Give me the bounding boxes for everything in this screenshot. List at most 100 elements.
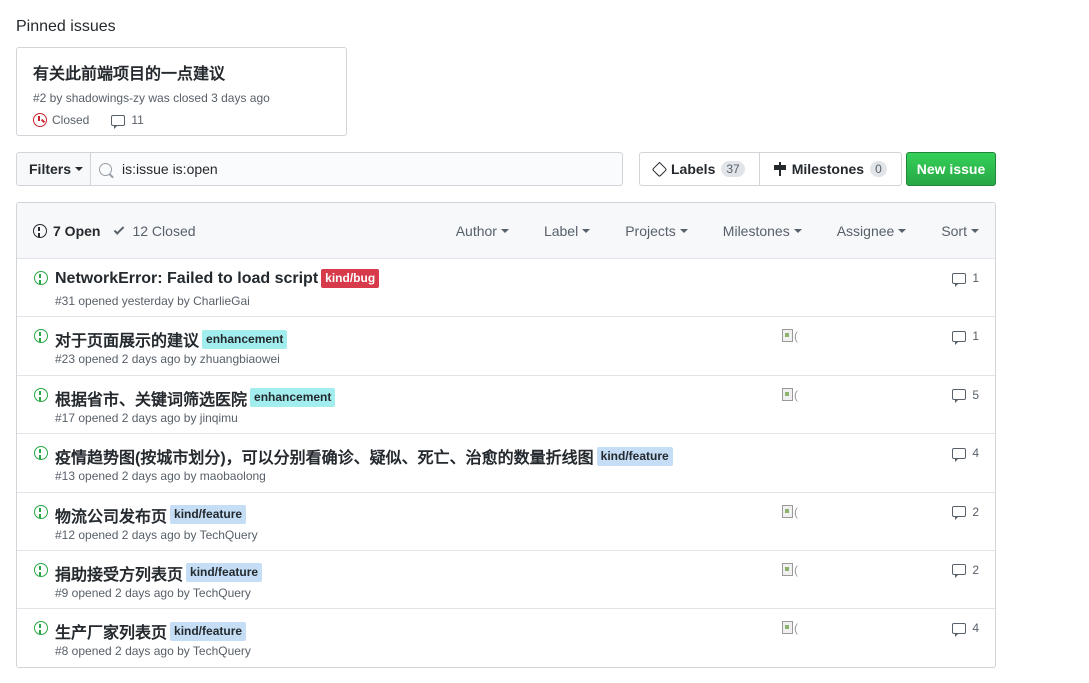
broken-image-icon <box>782 329 793 343</box>
milestones-button-label: Milestones <box>791 161 865 177</box>
broken-image-alt: ( <box>794 562 798 577</box>
check-icon <box>114 223 125 235</box>
issue-meta: #17 opened 2 days ago by jinqimu <box>55 410 238 425</box>
comment-icon <box>952 447 967 462</box>
pinned-issue-title[interactable]: 有关此前端项目的一点建议 <box>33 60 330 84</box>
issue-title[interactable]: 根据省市、关键词筛选医院 <box>55 386 247 410</box>
issues-list-header: 7 Open 12 Closed Author Label Projects Mile… <box>17 203 995 259</box>
issue-row[interactable]: 生产厂家列表页 kind/feature #8 opened 2 days ago … <box>17 609 995 667</box>
comment-icon <box>952 272 967 287</box>
open-issues-tab[interactable]: 7 Open <box>33 223 100 239</box>
filter-label: Author <box>455 223 497 239</box>
issue-row[interactable]: NetworkError: Failed to load script kind/… <box>17 259 995 318</box>
issues-list: 7 Open 12 Closed Author Label Projects Mile… <box>16 202 996 668</box>
issue-row[interactable]: 根据省市、关键词筛选医院 enhancement #17 opened 2 days… <box>17 376 995 435</box>
broken-image-icon <box>782 504 793 518</box>
closed-issues-tab[interactable]: 12 Closed <box>114 222 196 239</box>
issue-label[interactable]: enhancement <box>250 388 336 408</box>
filter-milestones-dropdown[interactable]: Milestones <box>723 223 802 239</box>
filter-label-dropdown[interactable]: Label <box>543 223 591 239</box>
issue-comments[interactable]: 2 <box>952 504 979 521</box>
issue-meta: #8 opened 2 days ago by TechQuery <box>55 644 251 659</box>
pinned-issue-meta: #2 by shadowings-zy was closed 3 days ag… <box>33 91 270 105</box>
issue-opened-icon <box>34 446 48 461</box>
search-input[interactable] <box>122 161 522 177</box>
issue-comment-count: 5 <box>972 387 979 402</box>
issue-meta: #9 opened 2 days ago by TechQuery <box>55 585 251 600</box>
issue-row[interactable]: 疫情趋势图(按城市划分)，可以分别看确诊、疑似、死亡、治愈的数量折线图 kind/… <box>17 434 995 493</box>
filter-projects-dropdown[interactable]: Projects <box>625 223 688 239</box>
milestones-button[interactable]: Milestones 0 <box>758 153 901 185</box>
comment-icon <box>952 564 967 579</box>
issue-comment-count: 1 <box>972 271 979 285</box>
comment-icon <box>111 114 126 129</box>
issue-row[interactable]: 捐助接受方列表页 kind/feature #9 opened 2 days ago… <box>17 551 995 610</box>
assignee-avatar[interactable]: ( <box>782 562 802 579</box>
assignee-avatar[interactable]: ( <box>782 504 802 521</box>
new-issue-button[interactable]: New issue <box>906 152 996 186</box>
issue-title[interactable]: 疫情趋势图(按城市划分)，可以分别看确诊、疑似、死亡、治愈的数量折线图 <box>55 444 594 468</box>
tag-icon <box>651 161 668 177</box>
filter-author-dropdown[interactable]: Author <box>456 223 509 239</box>
milestone-icon <box>773 162 786 176</box>
issue-comments[interactable]: 2 <box>952 562 979 579</box>
issue-title[interactable]: 捐助接受方列表页 <box>55 561 183 585</box>
issue-opened-icon <box>33 223 47 238</box>
issue-comments[interactable]: 4 <box>952 621 979 637</box>
issue-opened-icon <box>34 271 48 285</box>
issue-label[interactable]: kind/feature <box>186 563 263 583</box>
issue-comment-count: 1 <box>972 329 979 344</box>
assignee-avatar[interactable]: ( <box>782 329 802 345</box>
comment-icon <box>952 389 967 404</box>
pinned-issue-comment-count: 11 <box>131 113 144 127</box>
list-filters: Author Label Projects Milestones Assignee Sor… <box>456 203 995 259</box>
issue-row[interactable]: 物流公司发布页 kind/feature #12 opened 2 days ago… <box>17 493 995 551</box>
issue-label[interactable]: kind/feature <box>170 621 247 641</box>
filter-label: Label <box>543 223 579 239</box>
assignee-avatar[interactable]: ( <box>782 387 802 404</box>
filter-label: Projects <box>625 223 676 239</box>
issue-comment-count: 4 <box>972 446 979 461</box>
issue-opened-icon <box>34 329 48 344</box>
filters-button[interactable]: Filters <box>16 152 91 186</box>
pinned-issue-state: Closed <box>52 113 90 127</box>
labels-button[interactable]: Labels 37 <box>640 153 759 185</box>
filter-assignee-dropdown[interactable]: Assignee <box>837 223 907 239</box>
issue-comments[interactable]: 5 <box>952 387 979 404</box>
issues-search-bar: Filters <box>16 152 623 186</box>
pinned-issues-heading: Pinned issues <box>16 18 116 35</box>
issue-comments[interactable]: 1 <box>952 271 979 287</box>
issue-label[interactable]: kind/feature <box>170 505 247 525</box>
closed-issues-label: 12 Closed <box>132 222 196 239</box>
issue-comment-count: 2 <box>972 504 979 519</box>
issue-opened-icon <box>34 621 48 636</box>
issue-title[interactable]: 生产厂家列表页 <box>55 619 167 643</box>
pinned-issue-comments[interactable]: 11 <box>111 113 144 129</box>
filter-sort-dropdown[interactable]: Sort <box>941 223 979 239</box>
assignee-avatar[interactable]: ( <box>782 621 802 637</box>
issue-label[interactable]: kind/bug <box>321 269 380 288</box>
caret-down-icon <box>679 229 688 233</box>
issue-comment-count: 2 <box>972 562 979 577</box>
comment-icon <box>952 330 967 345</box>
issue-title[interactable]: NetworkError: Failed to load script <box>55 270 318 288</box>
search-icon <box>99 162 112 176</box>
issue-label[interactable]: enhancement <box>202 329 288 349</box>
filter-label: Sort <box>941 223 967 239</box>
issue-comments[interactable]: 1 <box>952 329 979 345</box>
broken-image-alt: ( <box>794 621 798 636</box>
issue-title[interactable]: 对于页面展示的建议 <box>55 327 199 351</box>
pinned-issue-card[interactable]: 有关此前端项目的一点建议 #2 by shadowings-zy was clo… <box>16 47 347 136</box>
search-field[interactable] <box>91 152 623 186</box>
filter-label: Assignee <box>836 223 895 239</box>
issue-label[interactable]: kind/feature <box>596 446 673 466</box>
labels-button-label: Labels <box>671 161 716 177</box>
issue-meta: #13 opened 2 days ago by maobaolong <box>55 469 266 484</box>
issue-opened-icon <box>34 387 48 402</box>
issue-title[interactable]: 物流公司发布页 <box>55 503 167 527</box>
issue-meta: #23 opened 2 days ago by zhuangbiaowei <box>55 352 280 367</box>
open-issues-label: 7 Open <box>53 222 101 239</box>
issue-row[interactable]: 对于页面展示的建议 enhancement #23 opened 2 days ag… <box>17 317 995 376</box>
issue-comments[interactable]: 4 <box>952 446 979 462</box>
comment-icon <box>952 506 967 521</box>
